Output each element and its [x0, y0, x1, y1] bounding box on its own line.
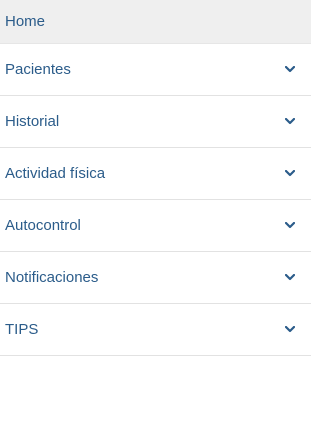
sidebar-item-label: Notificaciones — [5, 269, 99, 286]
sidebar-item-notificaciones[interactable]: Notificaciones — [0, 252, 311, 304]
sidebar-item-label: Autocontrol — [5, 217, 81, 234]
sidebar-nav: Home Pacientes Historial Actividad físic… — [0, 0, 311, 356]
sidebar-item-label: Historial — [5, 113, 60, 130]
sidebar-item-actividad-fisica[interactable]: Actividad física — [0, 148, 311, 200]
chevron-down-icon[interactable] — [283, 325, 297, 335]
sidebar-item-home[interactable]: Home — [0, 0, 311, 44]
sidebar-item-label: Pacientes — [5, 61, 71, 78]
sidebar-item-historial[interactable]: Historial — [0, 96, 311, 148]
sidebar-item-label: Home — [5, 13, 46, 30]
chevron-down-icon[interactable] — [283, 117, 297, 127]
sidebar-item-tips[interactable]: TIPS — [0, 304, 311, 356]
sidebar-item-autocontrol[interactable]: Autocontrol — [0, 200, 311, 252]
chevron-down-icon[interactable] — [283, 65, 297, 75]
sidebar-item-label: TIPS — [5, 321, 39, 338]
sidebar-item-label: Actividad física — [5, 165, 106, 182]
chevron-down-icon[interactable] — [283, 221, 297, 231]
chevron-down-icon[interactable] — [283, 169, 297, 179]
chevron-down-icon[interactable] — [283, 273, 297, 283]
sidebar-item-pacientes[interactable]: Pacientes — [0, 44, 311, 96]
